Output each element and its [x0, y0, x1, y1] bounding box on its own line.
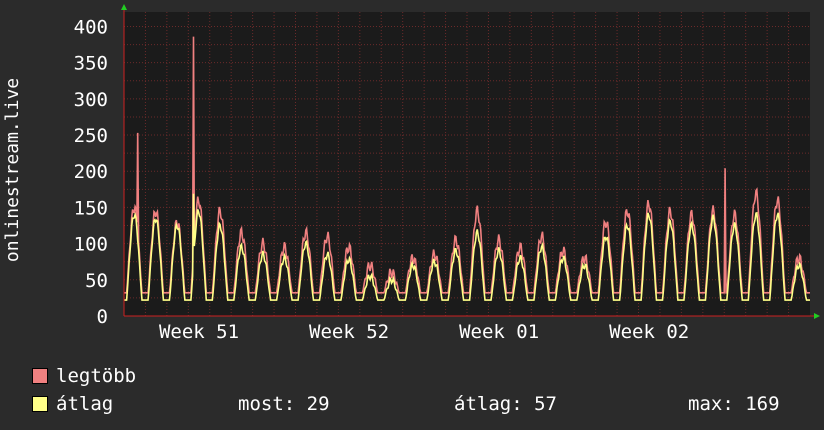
legend-swatch-avg — [32, 396, 48, 412]
x-tick-label: Week 01 — [459, 321, 539, 343]
y-tick-label: 0 — [97, 306, 108, 328]
stat-avg-label: átlag: — [454, 393, 523, 415]
stat-max-value: 169 — [745, 393, 780, 415]
y-tick-label: 300 — [74, 89, 108, 111]
legend-label-avg: átlag — [56, 393, 114, 415]
y-tick-label: 400 — [74, 16, 108, 38]
y-tick-label: 150 — [74, 197, 108, 219]
y-tick-label: 200 — [74, 161, 108, 183]
y-axis-label: onlinestream.live — [2, 78, 23, 262]
stat-now-label: most: — [238, 393, 296, 415]
legend-label-max: legtöbb — [56, 365, 137, 387]
stat-max: max: 169 — [688, 390, 780, 418]
x-axis-arrow — [814, 313, 820, 319]
legend-swatch-max — [32, 368, 48, 384]
stat-max-label: max: — [688, 393, 734, 415]
x-tick-label: Week 51 — [159, 321, 239, 343]
stat-now-value: 29 — [306, 393, 330, 415]
chart-canvas: 0 50 100 150 200 250 300 350 400 Week 51 Week 52 We… — [2, 4, 820, 343]
x-tick-label: Week 02 — [609, 321, 689, 343]
stat-avg-value: 57 — [534, 393, 557, 415]
stat-avg: átlag: 57 — [454, 390, 557, 418]
y-tick-label: 350 — [74, 53, 108, 75]
y-axis-arrow — [121, 4, 127, 10]
y-tick-label: 100 — [74, 234, 108, 256]
legend-row-avg: átlag most: 29 átlag: 57 max: 169 — [30, 390, 810, 418]
legend-row-max: legtöbb — [30, 362, 810, 390]
x-tick-label: Week 52 — [309, 321, 389, 343]
stat-now: most: 29 — [238, 390, 330, 418]
legend: legtöbb átlag most: 29 átlag: 57 max: 16… — [30, 362, 810, 418]
y-tick-label: 250 — [74, 125, 108, 147]
y-tick-label: 50 — [85, 270, 108, 292]
